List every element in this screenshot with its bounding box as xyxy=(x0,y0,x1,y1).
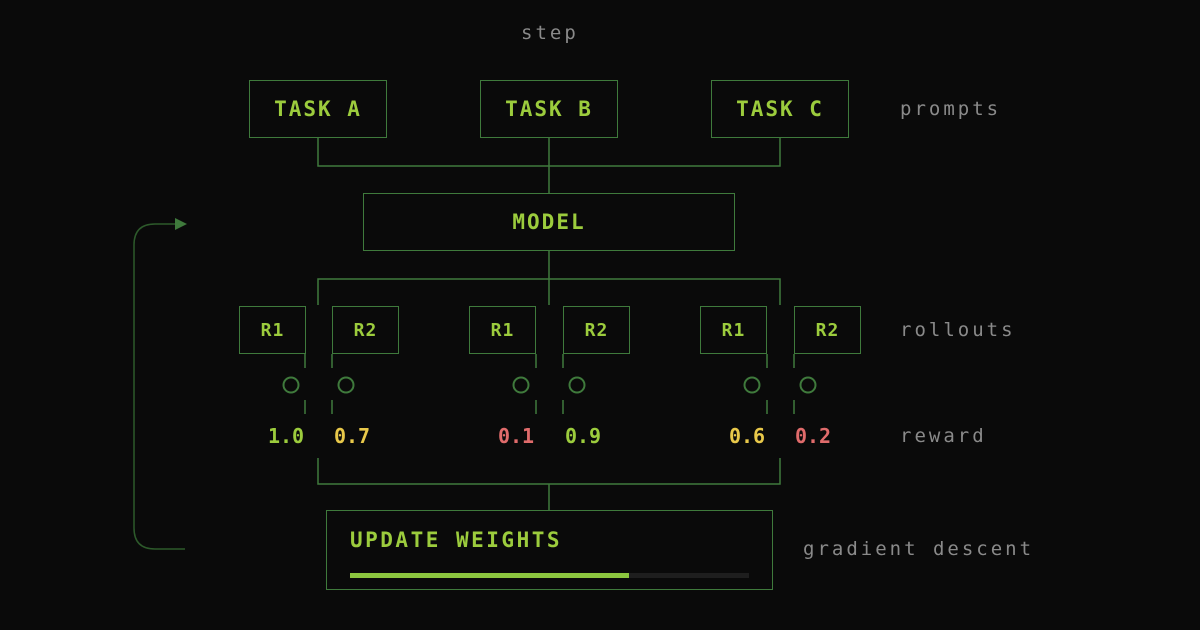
rollout-box: R1 xyxy=(239,306,306,354)
feedback-loop-line xyxy=(133,223,185,550)
reward-tick-left xyxy=(304,354,333,414)
reward-bus xyxy=(317,458,781,485)
reward-value: 0.1 xyxy=(497,424,535,448)
update-weights-box: UPDATE WEIGHTS xyxy=(326,510,773,590)
reward-value: 1.0 xyxy=(267,424,305,448)
update-progress-fill xyxy=(350,573,630,578)
rollouts-label: rollouts xyxy=(900,319,1016,341)
rollout-box: R2 xyxy=(794,306,861,354)
prompts-label: prompts xyxy=(900,98,1002,120)
task-c-box: TASK C xyxy=(711,80,849,138)
status-ring-icon xyxy=(282,376,300,394)
reward-tick-mid xyxy=(535,354,564,414)
reward-tick-right xyxy=(766,354,795,414)
status-ring-icon xyxy=(799,376,817,394)
status-ring-icon xyxy=(568,376,586,394)
rollout-box: R1 xyxy=(700,306,767,354)
reward-value: 0.6 xyxy=(728,424,766,448)
rollout-box: R2 xyxy=(563,306,630,354)
status-ring-icon xyxy=(337,376,355,394)
update-weights-label: UPDATE WEIGHTS xyxy=(350,528,563,552)
reward-label: reward xyxy=(900,425,987,447)
feedback-arrow-head-icon xyxy=(175,218,187,230)
gradient-descent-label: gradient descent xyxy=(803,538,1035,560)
reward-value: 0.9 xyxy=(564,424,602,448)
reward-value: 0.7 xyxy=(333,424,371,448)
status-ring-icon xyxy=(743,376,761,394)
reward-value: 0.2 xyxy=(794,424,832,448)
task-b-box: TASK B xyxy=(480,80,618,138)
model-box: MODEL xyxy=(363,193,735,251)
task-a-box: TASK A xyxy=(249,80,387,138)
update-progress-bar xyxy=(350,573,749,578)
status-ring-icon xyxy=(512,376,530,394)
step-label: step xyxy=(521,22,579,44)
rollout-box: R2 xyxy=(332,306,399,354)
rollout-box: R1 xyxy=(469,306,536,354)
